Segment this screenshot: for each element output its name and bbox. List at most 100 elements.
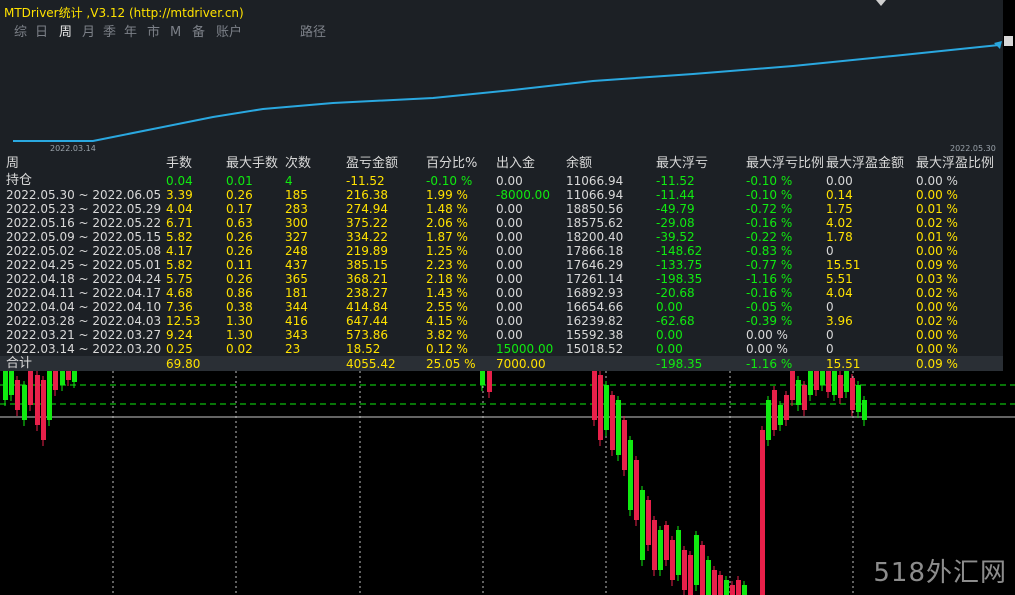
row-1-balance: 18850.56: [566, 202, 624, 216]
row-3-max-float-loss: -39.52: [656, 230, 695, 244]
header-percent: 百分比%: [426, 156, 478, 171]
candle-body-4: [28, 371, 33, 405]
row-10-trades: 343: [285, 328, 308, 342]
row-1-max-float-profit-pct: 0.01 %: [916, 202, 958, 216]
total-percent: 25.05 %: [426, 357, 476, 371]
row-2-trades: 300: [285, 216, 308, 230]
candle-body-10: [66, 371, 71, 380]
row-5-max-float-loss: -133.75: [656, 258, 703, 272]
holding-pnl: -11.52: [346, 174, 385, 188]
row-8-trades: 344: [285, 300, 308, 314]
candle-body-6: [41, 380, 46, 440]
row-4-max-lots: 0.26: [226, 244, 253, 258]
candle-body-12: [480, 371, 485, 385]
candle-body-51: [826, 371, 831, 392]
candle-body-39: [742, 585, 747, 595]
row-0-max-float-profit: 0.14: [826, 188, 853, 202]
candle-body-27: [670, 540, 675, 580]
weekly-stats-table: 周 手数 最大手数 次数 盈亏金额 百分比% 出入金 余额 最大浮亏 最大浮亏比例 最大浮盈金额 最大…: [0, 0, 1003, 372]
candle-body-17: [610, 395, 615, 450]
scrollbar-thumb[interactable]: [1004, 36, 1013, 46]
row-10-max-float-loss: 0.00: [656, 328, 683, 342]
row-9-pnl: 647.44: [346, 314, 388, 328]
watermark-logo: 518外汇网: [873, 558, 1007, 588]
candle-body-29: [682, 550, 687, 590]
row-10-max-float-loss-pct: 0.00 %: [746, 328, 788, 342]
row-11-max-float-loss: 0.00: [656, 342, 683, 356]
row-4-pnl: 219.89: [346, 244, 388, 258]
row-0-max-lots: 0.26: [226, 188, 253, 202]
row-0-pnl: 216.38: [346, 188, 388, 202]
row-9-percent: 4.15 %: [426, 314, 468, 328]
row-5-max-float-profit: 15.51: [826, 258, 861, 272]
row-7-balance: 16892.93: [566, 286, 624, 300]
row-11-max-float-profit-pct: 0.00 %: [916, 342, 958, 356]
row-8-max-float-profit-pct: 0.00 %: [916, 300, 958, 314]
row-2-max-float-loss-pct: -0.16 %: [746, 216, 793, 230]
row-4-percent: 1.25 %: [426, 244, 468, 258]
total-period: 合计: [6, 356, 33, 371]
total-max-float-loss: -198.35: [656, 357, 703, 371]
candle-body-52: [832, 371, 837, 395]
row-0-balance: 11066.94: [566, 188, 624, 202]
holding-max-float-profit-pct: 0.00 %: [916, 174, 958, 188]
row-11-pnl: 18.52: [346, 342, 381, 356]
candle-body-5: [35, 375, 40, 425]
row-4-balance: 17866.18: [566, 244, 624, 258]
row-11-balance: 15018.52: [566, 342, 624, 356]
candlestick-series: [3, 367, 867, 595]
candle-body-37: [730, 585, 735, 595]
row-0-max-float-loss-pct: -0.10 %: [746, 188, 793, 202]
row-6-period: 2022.04.18 ~ 2022.04.24: [6, 272, 162, 286]
candle-body-2: [15, 380, 20, 410]
candle-body-57: [862, 400, 867, 420]
header-max-float-loss: 最大浮亏: [656, 156, 709, 171]
row-1-max-float-loss: -49.79: [656, 202, 695, 216]
row-3-pnl: 334.22: [346, 230, 388, 244]
total-lots: 69.80: [166, 357, 201, 371]
header-max-float-profit: 最大浮盈金额: [826, 156, 905, 171]
row-10-max-lots: 1.30: [226, 328, 253, 342]
row-2-period: 2022.05.16 ~ 2022.05.22: [6, 216, 162, 230]
total-pnl: 4055.42: [346, 357, 396, 371]
row-11-max-float-profit: 0: [826, 342, 834, 356]
header-deposit: 出入金: [496, 156, 536, 171]
holding-deposit: 0.00: [496, 174, 523, 188]
row-5-max-lots: 0.11: [226, 258, 253, 272]
row-7-pnl: 238.27: [346, 286, 388, 300]
row-9-trades: 416: [285, 314, 308, 328]
candle-body-7: [47, 371, 52, 420]
candle-body-22: [640, 490, 645, 560]
candle-body-14: [592, 371, 597, 420]
row-11-max-float-loss-pct: 0.00 %: [746, 342, 788, 356]
row-4-max-float-profit: 0: [826, 244, 834, 258]
row-5-max-float-loss-pct: -0.77 %: [746, 258, 793, 272]
row-7-period: 2022.04.11 ~ 2022.04.17: [6, 286, 162, 300]
row-1-max-float-loss-pct: -0.72 %: [746, 202, 793, 216]
candle-body-0: [3, 371, 8, 400]
total-max-float-profit-pct: 0.09 %: [916, 357, 958, 371]
candle-body-20: [628, 440, 633, 510]
total-max-float-profit: 15.51: [826, 357, 861, 371]
row-5-lots: 5.82: [166, 258, 193, 272]
candle-body-36: [724, 580, 729, 595]
row-1-percent: 1.48 %: [426, 202, 468, 216]
row-2-deposit: 0.00: [496, 216, 523, 230]
row-1-lots: 4.04: [166, 202, 193, 216]
row-3-max-lots: 0.26: [226, 230, 253, 244]
row-9-max-float-loss-pct: -0.39 %: [746, 314, 793, 328]
candle-body-11: [72, 371, 77, 382]
row-6-balance: 17261.14: [566, 272, 624, 286]
row-8-max-float-profit: 0: [826, 300, 834, 314]
row-6-percent: 2.18 %: [426, 272, 468, 286]
row-7-deposit: 0.00: [496, 286, 523, 300]
candle-body-21: [634, 460, 639, 520]
candle-body-26: [664, 525, 669, 560]
row-7-trades: 181: [285, 286, 308, 300]
candle-body-50: [820, 371, 825, 385]
row-3-max-float-profit: 1.78: [826, 230, 853, 244]
row-4-deposit: 0.00: [496, 244, 523, 258]
statistics-panel: MTDriver统计 ,V3.12 (http://mtdriver.cn) 综…: [0, 0, 1003, 371]
candle-body-56: [856, 385, 861, 412]
candle-body-55: [850, 378, 855, 410]
